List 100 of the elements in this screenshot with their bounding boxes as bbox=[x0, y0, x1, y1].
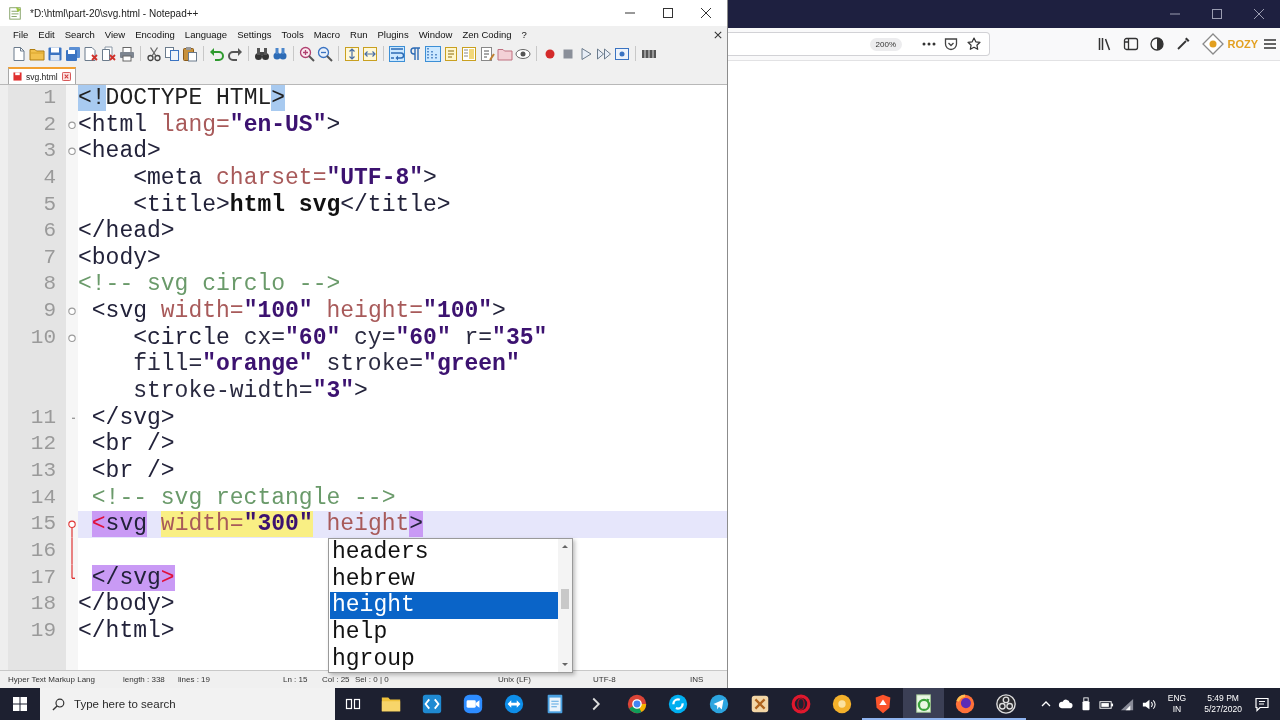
scissors-icon[interactable] bbox=[146, 45, 162, 62]
window-title: *D:\html\part-20\svg.html - Notepad++ bbox=[30, 7, 199, 19]
indent-guide-icon[interactable] bbox=[425, 45, 441, 62]
menu-item[interactable]: Edit bbox=[33, 29, 60, 40]
line-number: 1 bbox=[43, 86, 56, 109]
line-number: 15 bbox=[30, 512, 56, 536]
menu-icon[interactable] bbox=[1263, 37, 1277, 51]
code-line: </body> bbox=[78, 591, 175, 618]
code-line: </svg> bbox=[91, 564, 175, 592]
zoom-in-icon[interactable] bbox=[299, 45, 315, 62]
code-line: </html> bbox=[78, 617, 175, 645]
redo-icon[interactable] bbox=[227, 45, 243, 62]
close-file-icon[interactable] bbox=[83, 45, 99, 62]
menu-item[interactable]: ? bbox=[516, 29, 532, 40]
taskbar-app-button[interactable] bbox=[903, 688, 944, 720]
zoom-level-button[interactable]: 200% bbox=[869, 37, 902, 51]
status-text: INS bbox=[690, 674, 704, 685]
menu-item[interactable]: Search bbox=[59, 29, 100, 40]
disc-icon bbox=[830, 693, 853, 715]
horizontal-arrows-icon[interactable] bbox=[362, 45, 378, 62]
status-text: UTF-8 bbox=[593, 674, 616, 685]
close-files-icon[interactable] bbox=[101, 45, 117, 62]
line-number: 10 bbox=[30, 325, 56, 349]
logo-icon bbox=[1201, 32, 1226, 56]
word-wrap-icon[interactable] bbox=[389, 45, 405, 62]
scrollbar[interactable] bbox=[558, 539, 572, 672]
ring-icon bbox=[789, 693, 812, 715]
menu-item[interactable]: File bbox=[8, 29, 34, 40]
maximize-icon[interactable] bbox=[663, 8, 673, 18]
pilcrow-icon[interactable] bbox=[407, 45, 423, 62]
line-number: 19 bbox=[30, 618, 56, 642]
menu-item[interactable]: Run bbox=[345, 29, 373, 40]
file-tab[interactable]: svg.html bbox=[8, 67, 76, 84]
binoculars-icon[interactable] bbox=[254, 45, 270, 62]
code-line: <br /> bbox=[91, 431, 175, 458]
code-line: </svg> bbox=[91, 404, 175, 432]
task-view-icon[interactable] bbox=[344, 696, 361, 712]
windows-logo-icon[interactable] bbox=[13, 697, 27, 711]
signal-icon[interactable] bbox=[1119, 696, 1135, 712]
eyedropper-icon[interactable] bbox=[1175, 36, 1192, 52]
menu-item[interactable]: Window bbox=[413, 29, 458, 40]
contrast-icon[interactable] bbox=[1149, 36, 1166, 52]
line-number: 6 bbox=[43, 219, 56, 243]
autocomplete-item[interactable]: help bbox=[330, 618, 558, 646]
menu-item[interactable]: Macro bbox=[308, 29, 346, 40]
menu-item[interactable]: Plugins bbox=[372, 29, 414, 40]
code-line: <meta charset="UTF-8"> bbox=[133, 164, 437, 192]
clock-time[interactable]: 5:49 PM bbox=[1207, 693, 1239, 704]
menu-item[interactable]: Encoding bbox=[130, 29, 180, 40]
zoom-out-icon[interactable] bbox=[317, 45, 333, 62]
line-number: 3 bbox=[43, 139, 56, 163]
find-replace-icon[interactable] bbox=[272, 45, 288, 62]
brackets-icon bbox=[420, 693, 443, 715]
copy-icon[interactable] bbox=[164, 45, 180, 62]
autocomplete-item[interactable]: hgroup bbox=[330, 645, 558, 673]
status-text: Sel : 0 | 0 bbox=[355, 674, 389, 685]
line-number: 4 bbox=[43, 165, 56, 189]
status-text: lines : 19 bbox=[178, 674, 211, 685]
menu-item[interactable]: Tools bbox=[276, 29, 309, 40]
region-indicator[interactable]: IN bbox=[1172, 704, 1182, 715]
maximize-icon[interactable] bbox=[1212, 9, 1222, 19]
close-icon[interactable] bbox=[714, 30, 722, 39]
code-line: <!-- svg rectangle --> bbox=[91, 484, 396, 512]
swirl-icon bbox=[666, 693, 689, 715]
language-indicator[interactable]: ENG bbox=[1167, 693, 1187, 704]
code-line: <head> bbox=[78, 138, 161, 165]
close-icon[interactable] bbox=[701, 8, 711, 18]
close-icon[interactable] bbox=[1254, 9, 1264, 19]
line-number: 12 bbox=[30, 432, 56, 456]
autocomplete-item[interactable]: height bbox=[330, 592, 558, 619]
floppy-disks-icon[interactable] bbox=[65, 45, 81, 62]
play-icon[interactable] bbox=[578, 45, 594, 62]
wheel-icon bbox=[625, 693, 648, 715]
line-number: 13 bbox=[30, 459, 56, 482]
sidebar-icon[interactable] bbox=[1123, 36, 1140, 52]
new-file-icon[interactable] bbox=[11, 45, 27, 62]
menu-item[interactable]: Settings bbox=[232, 29, 277, 40]
clipboard-icon[interactable] bbox=[182, 45, 198, 62]
menu-item[interactable]: View bbox=[99, 29, 131, 40]
clock-date[interactable]: 5/27/2020 bbox=[1204, 704, 1242, 715]
search-field[interactable]: Type here to search bbox=[74, 696, 274, 712]
status-text: length : 338 bbox=[123, 674, 165, 685]
search-bar[interactable]: Type here to search bbox=[40, 688, 335, 720]
save-macro-icon[interactable] bbox=[614, 45, 630, 62]
vertical-arrows-icon[interactable] bbox=[344, 45, 360, 62]
shield-icon[interactable] bbox=[944, 37, 958, 51]
autocomplete-item[interactable]: headers bbox=[330, 539, 558, 566]
star-icon[interactable] bbox=[967, 37, 981, 51]
line-number: 8 bbox=[43, 272, 56, 296]
menu-item[interactable]: Language bbox=[179, 29, 233, 40]
notification-icon[interactable] bbox=[1254, 696, 1270, 712]
printer-icon[interactable] bbox=[119, 45, 135, 62]
autocomplete-item[interactable]: hebrew bbox=[330, 565, 558, 593]
fast-forward-icon[interactable] bbox=[596, 45, 612, 62]
function-list-icon[interactable] bbox=[479, 45, 495, 62]
paper-plane-icon bbox=[707, 693, 730, 715]
address-bar[interactable]: 200% bbox=[728, 32, 990, 56]
code-line: <title>html svg</title> bbox=[133, 191, 451, 219]
line-number: 17 bbox=[30, 565, 56, 589]
menu-item[interactable]: Zen Coding bbox=[457, 29, 517, 40]
